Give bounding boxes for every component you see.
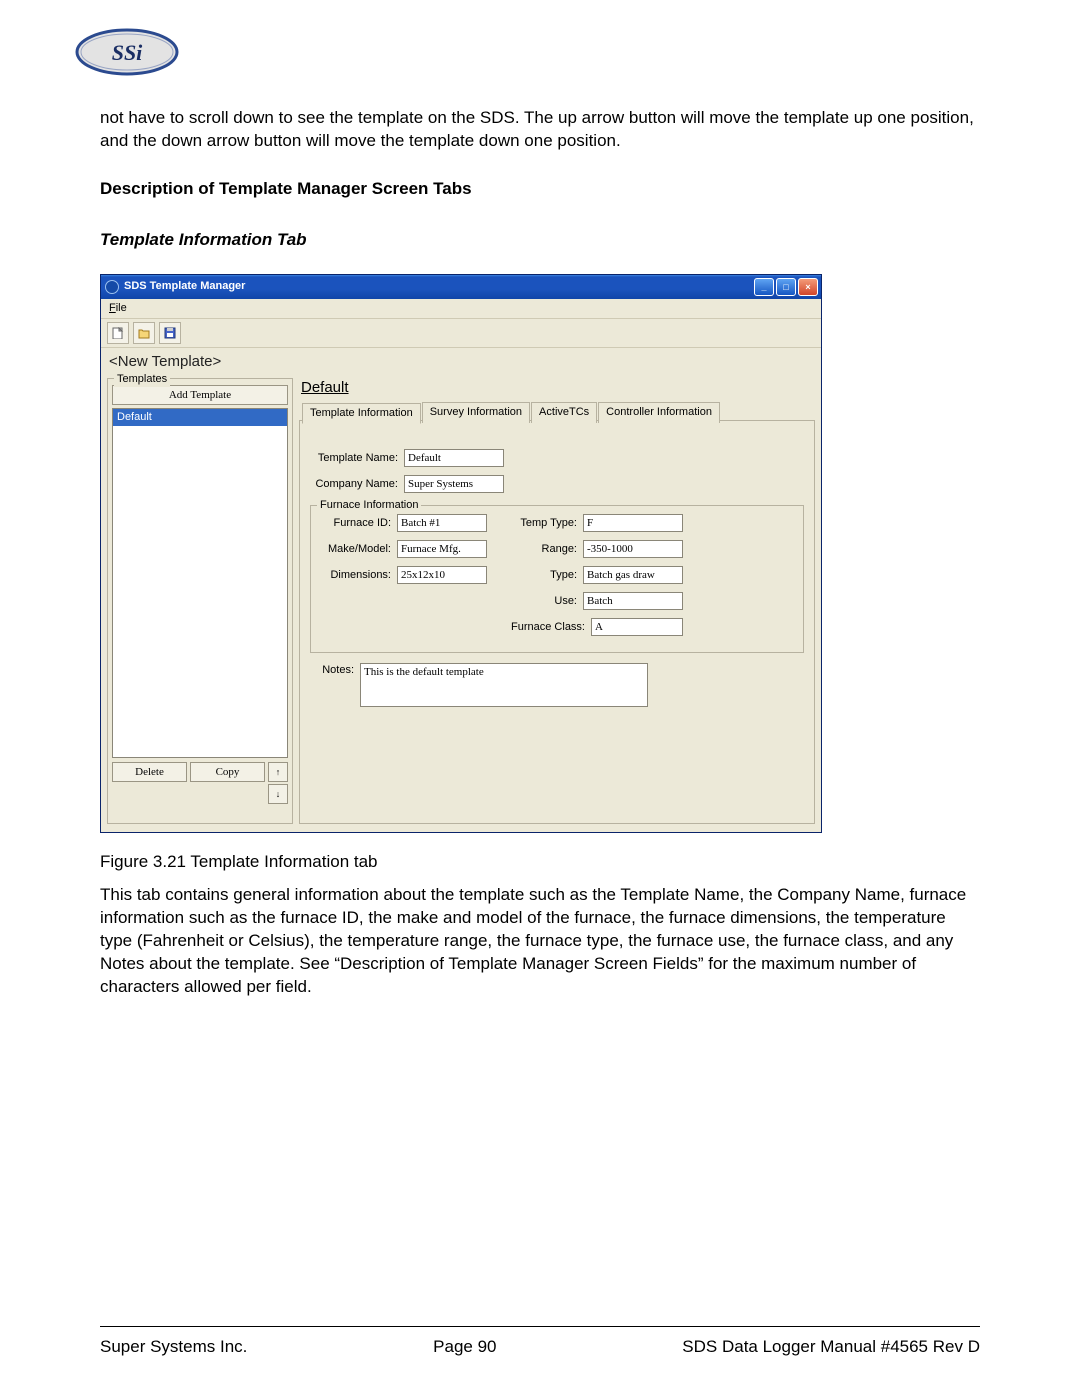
menubar: File (101, 299, 821, 319)
ssi-logo: SSi (70, 25, 980, 87)
temp-type-label: Temp Type: (505, 516, 583, 531)
footer-rule (100, 1326, 980, 1327)
tab-strip: Template Information Survey Information … (302, 402, 721, 423)
app-icon (105, 280, 119, 294)
toolbar (101, 319, 821, 348)
svg-text:SSi: SSi (112, 40, 143, 65)
body-paragraph: This tab contains general information ab… (100, 884, 980, 999)
open-icon[interactable] (133, 322, 155, 344)
close-button[interactable]: × (798, 278, 818, 296)
furnace-class-label: Furnace Class: (505, 620, 591, 635)
add-template-button[interactable]: Add Template (112, 385, 288, 405)
range-field[interactable] (583, 540, 683, 558)
tab-panel: Template Information Survey Information … (299, 420, 815, 824)
list-item[interactable]: Default (113, 409, 287, 426)
dimensions-field[interactable] (397, 566, 487, 584)
range-label: Range: (505, 542, 583, 557)
copy-button[interactable]: Copy (190, 762, 265, 782)
file-menu[interactable]: File (107, 301, 129, 316)
right-pane-title: Default (299, 378, 815, 402)
template-header: <New Template> (101, 348, 821, 378)
tab-survey-information[interactable]: Survey Information (422, 402, 530, 423)
footer-left: Super Systems Inc. (100, 1337, 247, 1357)
tab-active-tcs[interactable]: ActiveTCs (531, 402, 597, 423)
template-name-field[interactable] (404, 449, 504, 467)
new-icon[interactable] (107, 322, 129, 344)
company-name-label: Company Name: (310, 477, 404, 492)
minimize-button[interactable]: _ (754, 278, 774, 296)
window-title: SDS Template Manager (124, 279, 752, 294)
subsection-heading: Template Information Tab (100, 229, 980, 252)
tab-template-information[interactable]: Template Information (302, 403, 421, 424)
notes-label: Notes: (310, 663, 360, 678)
furnace-id-field[interactable] (397, 514, 487, 532)
templates-panel-title: Templates (114, 372, 170, 387)
notes-field[interactable] (360, 663, 648, 707)
furnace-info-title: Furnace Information (317, 498, 421, 513)
type-label: Type: (505, 568, 583, 583)
type-field[interactable] (583, 566, 683, 584)
maximize-button[interactable]: □ (776, 278, 796, 296)
intro-paragraph: not have to scroll down to see the templ… (100, 107, 980, 153)
delete-button[interactable]: Delete (112, 762, 187, 782)
temp-type-field[interactable] (583, 514, 683, 532)
move-up-button[interactable]: ↑ (268, 762, 288, 782)
sds-template-manager-window: SDS Template Manager _ □ × File <New Tem… (100, 274, 822, 833)
page-footer: Super Systems Inc. Page 90 SDS Data Logg… (100, 1337, 980, 1357)
template-name-label: Template Name: (310, 451, 404, 466)
furnace-id-label: Furnace ID: (319, 516, 397, 531)
use-label: Use: (505, 594, 583, 609)
figure-caption: Figure 3.21 Template Information tab (100, 851, 980, 874)
section-heading: Description of Template Manager Screen T… (100, 178, 980, 201)
titlebar: SDS Template Manager _ □ × (101, 275, 821, 299)
use-field[interactable] (583, 592, 683, 610)
make-model-label: Make/Model: (319, 542, 397, 557)
move-down-button[interactable]: ↓ (268, 784, 288, 804)
furnace-class-field[interactable] (591, 618, 683, 636)
footer-right: SDS Data Logger Manual #4565 Rev D (682, 1337, 980, 1357)
tab-controller-information[interactable]: Controller Information (598, 402, 720, 423)
template-list[interactable]: Default (112, 408, 288, 758)
templates-panel: Templates Add Template Default Delete Co… (107, 378, 293, 824)
furnace-info-fieldset: Furnace Information Furnace ID: Make/Mod… (310, 505, 804, 653)
footer-center: Page 90 (433, 1337, 496, 1357)
save-icon[interactable] (159, 322, 181, 344)
company-name-field[interactable] (404, 475, 504, 493)
make-model-field[interactable] (397, 540, 487, 558)
dimensions-label: Dimensions: (319, 568, 397, 583)
